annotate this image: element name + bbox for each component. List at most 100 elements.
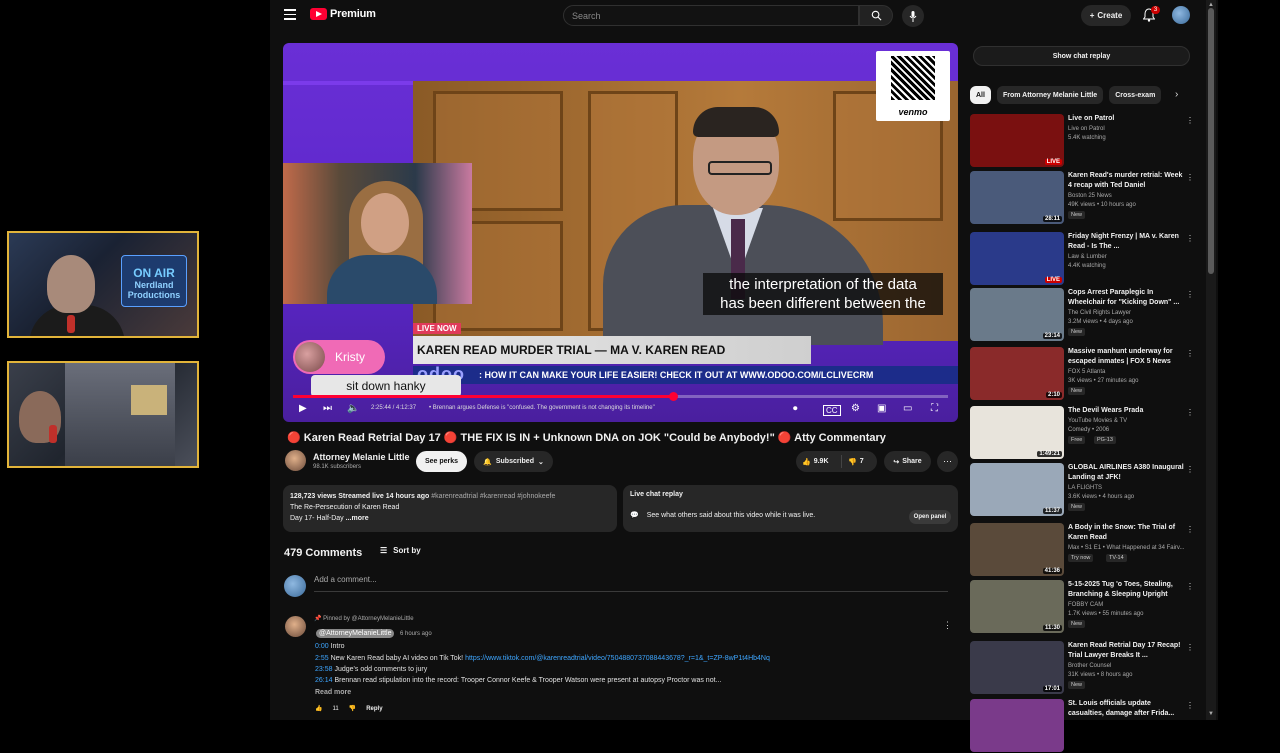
- show-chat-replay-button[interactable]: Show chat replay: [973, 46, 1190, 66]
- captions-icon[interactable]: CC: [823, 405, 841, 416]
- recommendation-item[interactable]: 28:11 Karen Read's murder retrial: Week 4…: [970, 171, 1202, 225]
- description-box[interactable]: 128,723 views Streamed live 14 hours ago…: [283, 485, 617, 532]
- video-thumbnail[interactable]: LIVE: [970, 114, 1064, 167]
- video-thumbnail[interactable]: 23:14: [970, 288, 1064, 341]
- recommendation-channel[interactable]: LA FLIGHTS: [1068, 485, 1102, 491]
- channel-name[interactable]: Attorney Melanie Little: [313, 452, 410, 462]
- recommendation-title[interactable]: Massive manhunt underway for escaped inm…: [1068, 347, 1184, 367]
- more-options-icon[interactable]: ⋮: [1186, 349, 1194, 358]
- video-thumbnail[interactable]: 11:30: [970, 580, 1064, 633]
- settings-gear-icon[interactable]: ⚙: [851, 403, 860, 414]
- more-actions-icon[interactable]: ⋯: [937, 451, 958, 472]
- more-options-icon[interactable]: ⋮: [1186, 525, 1194, 534]
- more-options-icon[interactable]: ⋮: [1186, 116, 1194, 125]
- create-button[interactable]: + Create: [1081, 5, 1131, 26]
- timestamp-link[interactable]: 0:00: [315, 643, 329, 650]
- recommendation-channel[interactable]: Brother Counsel: [1068, 663, 1111, 669]
- hashtags[interactable]: #karenreadtrial #karenread #johnokeefe: [431, 493, 555, 500]
- video-thumbnail[interactable]: 17:01: [970, 641, 1064, 694]
- recommendation-title[interactable]: 5-15-2025 Tug 'o Toes, Stealing, Branchi…: [1068, 580, 1184, 600]
- recommendation-channel[interactable]: YouTube Movies & TV: [1068, 418, 1127, 424]
- recommendation-item[interactable]: 1:49:21 The Devil Wears Prada YouTube Movi…: [970, 406, 1202, 460]
- comment-kebab-icon[interactable]: ⋮: [943, 620, 952, 631]
- recommendation-title[interactable]: Karen Read's murder retrial: Week 4 reca…: [1068, 171, 1184, 191]
- subscribed-button[interactable]: 🔔 Subscribed ⌄: [474, 451, 553, 472]
- recommendation-title[interactable]: Friday Night Frenzy | MA v. Karen Read -…: [1068, 232, 1184, 252]
- chip-all[interactable]: All: [970, 86, 991, 104]
- thumbs-up-icon[interactable]: 👍: [315, 705, 322, 712]
- chip-cross-exam[interactable]: Cross-exam: [1109, 86, 1162, 104]
- theater-mode-icon[interactable]: ▭: [903, 403, 912, 414]
- recommendation-item[interactable]: 11:37 GLOBAL AIRLINES A380 Inaugural Land…: [970, 463, 1202, 517]
- dislike-button[interactable]: 👎 7: [842, 458, 864, 466]
- recommendation-title[interactable]: GLOBAL AIRLINES A380 Inaugural Landing a…: [1068, 463, 1184, 483]
- more-options-icon[interactable]: ⋮: [1186, 465, 1194, 474]
- account-avatar[interactable]: [1172, 6, 1190, 24]
- volume-icon[interactable]: 🔈: [347, 403, 359, 414]
- chapter-title[interactable]: • Brennan argues Defense is "confused. T…: [429, 405, 655, 411]
- reply-button[interactable]: Reply: [366, 706, 382, 712]
- channel-avatar[interactable]: [285, 450, 306, 471]
- sort-by-button[interactable]: ☰ Sort by: [380, 546, 421, 555]
- recommendation-title[interactable]: The Devil Wears Prada: [1068, 406, 1184, 416]
- like-button[interactable]: 👍 9.9K: [796, 455, 842, 468]
- miniplayer-icon[interactable]: ▣: [877, 403, 886, 414]
- scroll-down-icon[interactable]: ▼: [1206, 711, 1216, 719]
- comment-author[interactable]: @AttorneyMelanieLittle: [316, 629, 395, 638]
- voice-search-button[interactable]: [902, 5, 924, 27]
- video-thumbnail[interactable]: 1:49:21: [970, 406, 1064, 459]
- url-link[interactable]: https://www.tiktok.com/@karenreadtrial/v…: [465, 655, 770, 662]
- comment-time[interactable]: 6 hours ago: [400, 631, 432, 637]
- recommendation-channel[interactable]: Boston 25 News: [1068, 193, 1112, 199]
- comment-author-avatar[interactable]: [285, 616, 306, 637]
- play-icon[interactable]: ▶: [299, 403, 307, 414]
- recommendation-title[interactable]: St. Louis officials update casualties, d…: [1068, 699, 1184, 719]
- share-button[interactable]: ↪ Share: [884, 451, 931, 472]
- scrollbar-thumb[interactable]: [1208, 8, 1214, 274]
- recommendation-channel[interactable]: The Civil Rights Lawyer: [1068, 310, 1131, 316]
- search-button[interactable]: [859, 5, 893, 26]
- add-comment-input[interactable]: Add a comment...: [314, 575, 948, 592]
- video-thumbnail[interactable]: 41:36: [970, 523, 1064, 576]
- recommendation-item[interactable]: 11:30 5-15-2025 Tug 'o Toes, Stealing, Br…: [970, 580, 1202, 634]
- search-input[interactable]: Search: [563, 5, 859, 26]
- video-thumbnail[interactable]: LIVE: [970, 232, 1064, 285]
- video-player[interactable]: venmo the interpretation of the data has…: [283, 43, 958, 422]
- scroll-up-icon[interactable]: ▲: [1206, 2, 1216, 10]
- recommendation-item[interactable]: LIVE Friday Night Frenzy | MA v. Karen Re…: [970, 232, 1202, 286]
- recommendation-channel[interactable]: Law & Lumber: [1068, 254, 1107, 260]
- recommendation-item[interactable]: 41:36 A Body in the Snow: The Trial of Ka…: [970, 523, 1202, 577]
- chip-from-channel[interactable]: From Attorney Melanie Little: [996, 86, 1104, 104]
- recommendation-item[interactable]: LIVE Live on Patrol Live on Patrol 5.4K wat…: [970, 114, 1202, 168]
- timestamp-link[interactable]: 2:55: [315, 655, 329, 662]
- open-panel-button[interactable]: Open panel: [909, 510, 951, 524]
- recommendation-channel[interactable]: Max • S1 E1 • What Happened at 34 Fairv.…: [1068, 545, 1184, 551]
- thumbs-down-icon[interactable]: 👎: [349, 705, 356, 712]
- hamburger-menu-icon[interactable]: [284, 9, 296, 21]
- more-options-icon[interactable]: ⋮: [1186, 234, 1194, 243]
- show-more-link[interactable]: ...more: [346, 515, 369, 522]
- timestamp-link[interactable]: 23:58: [315, 666, 333, 673]
- video-thumbnail[interactable]: 28:11: [970, 171, 1064, 224]
- recommendation-channel[interactable]: FOBBY CAM: [1068, 602, 1103, 608]
- next-icon[interactable]: ⏭: [323, 403, 332, 414]
- video-thumbnail[interactable]: 11:37: [970, 463, 1064, 516]
- video-thumbnail[interactable]: 2:10: [970, 347, 1064, 400]
- recommendation-item[interactable]: 17:01 Karen Read Retrial Day 17 Recap! Tr…: [970, 641, 1202, 695]
- fullscreen-icon[interactable]: ⛶: [931, 403, 938, 414]
- recommendation-title[interactable]: Live on Patrol: [1068, 114, 1184, 124]
- autoplay-toggle-icon[interactable]: ⏺: [793, 403, 798, 414]
- video-thumbnail[interactable]: [970, 699, 1064, 752]
- chevron-right-icon[interactable]: ›: [1175, 89, 1178, 100]
- recommendation-title[interactable]: A Body in the Snow: The Trial of Karen R…: [1068, 523, 1184, 543]
- recommendation-item[interactable]: St. Louis officials update casualties, d…: [970, 699, 1202, 753]
- recommendation-item[interactable]: 2:10 Massive manhunt underway for escaped…: [970, 347, 1202, 401]
- recommendation-channel[interactable]: FOX 5 Atlanta: [1068, 369, 1105, 375]
- more-options-icon[interactable]: ⋮: [1186, 643, 1194, 652]
- recommendation-title[interactable]: Cops Arrest Paraplegic In Wheelchair for…: [1068, 288, 1184, 308]
- more-options-icon[interactable]: ⋮: [1186, 408, 1194, 417]
- see-perks-button[interactable]: See perks: [416, 451, 467, 472]
- youtube-premium-logo[interactable]: Premium: [310, 8, 376, 20]
- more-options-icon[interactable]: ⋮: [1186, 290, 1194, 299]
- recommendation-channel[interactable]: Live on Patrol: [1068, 126, 1105, 132]
